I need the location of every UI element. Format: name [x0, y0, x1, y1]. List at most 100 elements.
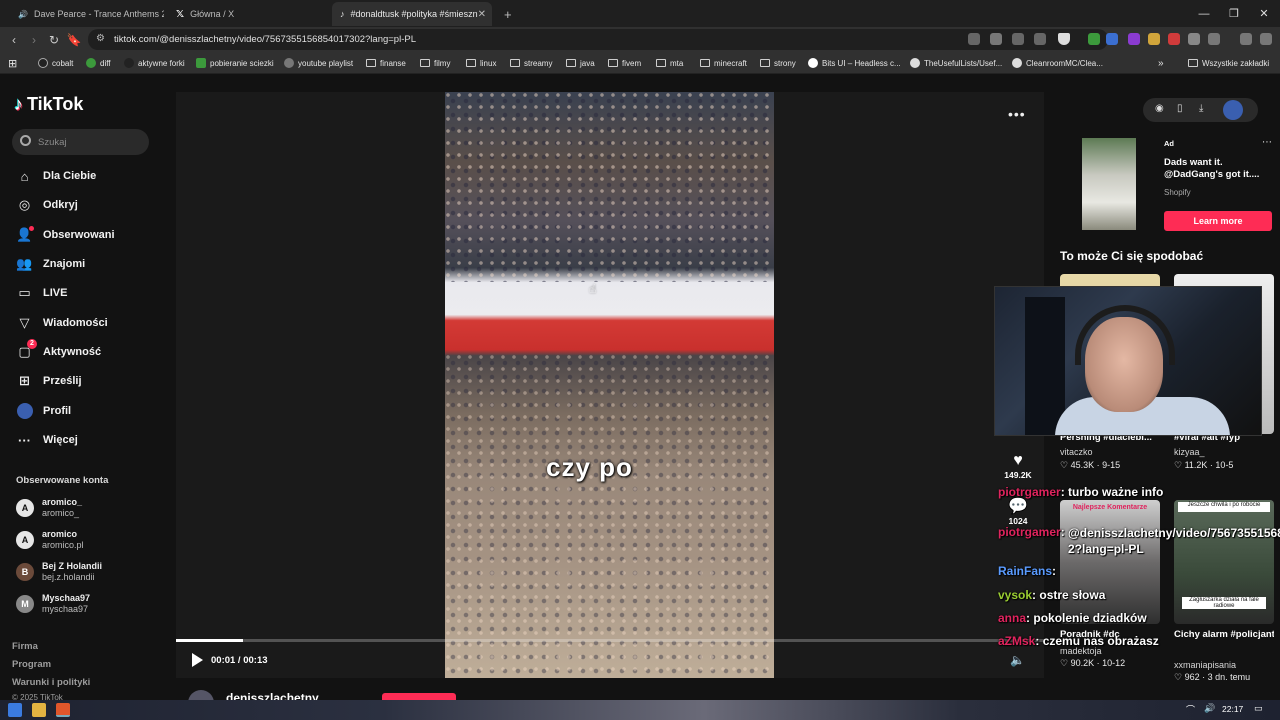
bookmark-item[interactable]: CleanroomMC/Clea...	[1012, 56, 1103, 70]
footer-link[interactable]: Firma	[12, 641, 38, 652]
file-explorer-icon[interactable]	[32, 703, 46, 717]
nav-activity[interactable]: ▢ 2 Aktywność	[16, 338, 101, 363]
translate-icon[interactable]	[1012, 33, 1024, 45]
notifications-icon[interactable]: ▭	[1254, 703, 1266, 717]
more-bookmarks-icon[interactable]: »	[1158, 56, 1164, 70]
bookmark-folder[interactable]: finanse	[366, 56, 406, 70]
search-input[interactable]: Szukaj	[12, 129, 149, 155]
video-thumbnail[interactable]: Jeszcze chwila i po robocie Zagłuszarka …	[1174, 500, 1274, 624]
share-icon[interactable]	[1034, 33, 1046, 45]
bookmark-item[interactable]: Bits UI – Headless c...	[808, 56, 901, 70]
video-thumbnail[interactable]: Najlepsze Komentarze	[1060, 500, 1160, 624]
nav-upload[interactable]: ⊞ Prześlij	[16, 370, 81, 392]
start-icon[interactable]	[8, 703, 22, 717]
tab-music[interactable]: 🔊 Dave Pearce - Trance Anthems 20	[4, 2, 164, 26]
bookmark-icon[interactable]: 🔖	[66, 32, 82, 48]
new-tab-button[interactable]: +	[496, 2, 516, 26]
extension-icon[interactable]	[1106, 33, 1118, 45]
followed-account[interactable]: B Bej Z Holandii bej.z.holandii	[16, 558, 102, 586]
bookmark-folder[interactable]: filmy	[420, 56, 450, 70]
learn-more-button[interactable]: Learn more	[1164, 211, 1272, 231]
download-icon[interactable]: ⤓	[1199, 103, 1203, 114]
author-name[interactable]: denisszlachetny	[226, 691, 319, 700]
device-icon[interactable]: ▯	[1177, 103, 1183, 114]
coin-icon[interactable]: ◉	[1155, 103, 1164, 114]
back-icon[interactable]: ‹	[6, 32, 22, 48]
nav-following[interactable]: 👤 Obserwowani	[16, 224, 115, 246]
progress-bar[interactable]	[176, 639, 1044, 642]
bookmark-folder[interactable]: streamy	[510, 56, 552, 70]
all-bookmarks[interactable]: Wszystkie zakładki	[1188, 56, 1269, 70]
forward-icon[interactable]: ›	[26, 32, 42, 48]
tab-tiktok[interactable]: ♪ #donaldtusk #polityka #śmieszn ✕	[332, 2, 492, 26]
reload-icon[interactable]: ↻	[46, 32, 62, 48]
card-author[interactable]: kizyaa_	[1174, 447, 1205, 457]
volume-icon[interactable]: 🔊	[1204, 703, 1216, 717]
extension-icon[interactable]	[968, 33, 980, 45]
bookmark-folder[interactable]: minecraft	[700, 56, 747, 70]
menu-icon[interactable]	[1260, 33, 1272, 45]
minimize-icon[interactable]: —	[1188, 0, 1220, 27]
card-author[interactable]: vitaczko	[1060, 447, 1093, 457]
bookmark-item[interactable]: pobieranie sciezki	[196, 56, 274, 70]
close-tab-icon[interactable]: ✕	[478, 9, 486, 20]
close-window-icon[interactable]: ✕	[1248, 0, 1280, 27]
bookmark-folder[interactable]: fivem	[608, 56, 641, 70]
browser-icon[interactable]	[56, 703, 70, 717]
extensions-puzzle-icon[interactable]	[1188, 33, 1200, 45]
url-field[interactable]: ⚙ tiktok.com/@denisszlachetny/video/7567…	[88, 29, 1108, 50]
taskbar: ⌒ 🔊 22:17 ▭	[0, 700, 1280, 720]
extension-icon[interactable]	[1128, 33, 1140, 45]
user-avatar[interactable]	[1223, 100, 1243, 120]
volume-icon[interactable]: 🔈	[1010, 653, 1025, 667]
check-extension-icon[interactable]	[1088, 33, 1100, 45]
apps-icon[interactable]: ⊞	[8, 56, 17, 70]
like-button[interactable]: ♥ 149.2K	[998, 452, 1038, 480]
extension-icon[interactable]	[1148, 33, 1160, 45]
network-icon[interactable]: ⌒	[1186, 703, 1196, 717]
more-options-icon[interactable]: •••	[1008, 106, 1026, 122]
nav-friends[interactable]: 👥 Znajomi	[16, 253, 85, 275]
play-icon[interactable]	[192, 653, 203, 667]
brave-shield-icon[interactable]	[1058, 33, 1070, 45]
video-player[interactable]: czy po ••• ♥ 149.2K 💬 1024 00:01 / 00:13…	[176, 92, 1044, 678]
bookmark-item[interactable]: cobalt	[38, 56, 73, 70]
footer-link[interactable]: Program	[12, 659, 51, 670]
nav-live[interactable]: ▭ LIVE	[16, 282, 67, 304]
bookmark-folder[interactable]: mta	[656, 56, 683, 70]
restore-icon[interactable]: ❐	[1218, 0, 1250, 27]
taskbar-clock[interactable]: 22:17	[1222, 704, 1243, 714]
site-info-icon[interactable]: ⚙	[96, 33, 105, 44]
comment-button[interactable]: 💬 1024	[998, 496, 1038, 526]
nav-more[interactable]: ··· Więcej	[16, 429, 78, 451]
footer-link[interactable]: Warunki i polityki	[12, 677, 90, 688]
bookmark-folder[interactable]: linux	[466, 56, 496, 70]
bookmark-item[interactable]: diff	[86, 56, 111, 70]
tiktok-logo[interactable]: ♪ TikTok	[14, 94, 83, 115]
bookmark-item[interactable]: TheUsefulLists/Usef...	[910, 56, 1002, 70]
extension-icon[interactable]	[1168, 33, 1180, 45]
nav-explore[interactable]: ◎ Odkryj	[16, 194, 78, 216]
nav-messages[interactable]: ▽ Wiadomości	[16, 312, 108, 334]
sidebar-icon[interactable]	[1208, 33, 1220, 45]
tab-x[interactable]: 𝕏 Główna / X	[168, 2, 328, 26]
followed-account[interactable]: A aromico_ aromico_	[16, 494, 82, 522]
card-author[interactable]: xxmaniapisania	[1174, 660, 1236, 670]
media-icon[interactable]	[1240, 33, 1252, 45]
ad-thumbnail[interactable]	[1082, 138, 1136, 230]
follow-button[interactable]	[382, 693, 456, 700]
bookmark-item[interactable]: aktywne forki	[124, 56, 185, 70]
followed-account[interactable]: A aromico aromico.pl	[16, 526, 84, 554]
cast-icon[interactable]	[990, 33, 1002, 45]
followed-account[interactable]: M Myschaa97 myschaa97	[16, 590, 90, 618]
more-options-icon[interactable]: ⋯	[1262, 137, 1272, 148]
bookmark-folder[interactable]: strony	[760, 56, 796, 70]
ad-title[interactable]: Dads want it. @DadGang's got it....	[1164, 157, 1269, 181]
video-frame[interactable]: czy po	[445, 92, 774, 678]
ad-brand: Shopify	[1164, 188, 1191, 197]
bookmark-item[interactable]: youtube playlist	[284, 56, 353, 70]
card-title[interactable]: Cichy alarm #policjantkiipolicja...	[1174, 629, 1274, 640]
nav-profile[interactable]: Profil	[16, 400, 71, 422]
bookmark-folder[interactable]: java	[566, 56, 595, 70]
nav-for-you[interactable]: ⌂ Dla Ciebie	[16, 165, 97, 187]
